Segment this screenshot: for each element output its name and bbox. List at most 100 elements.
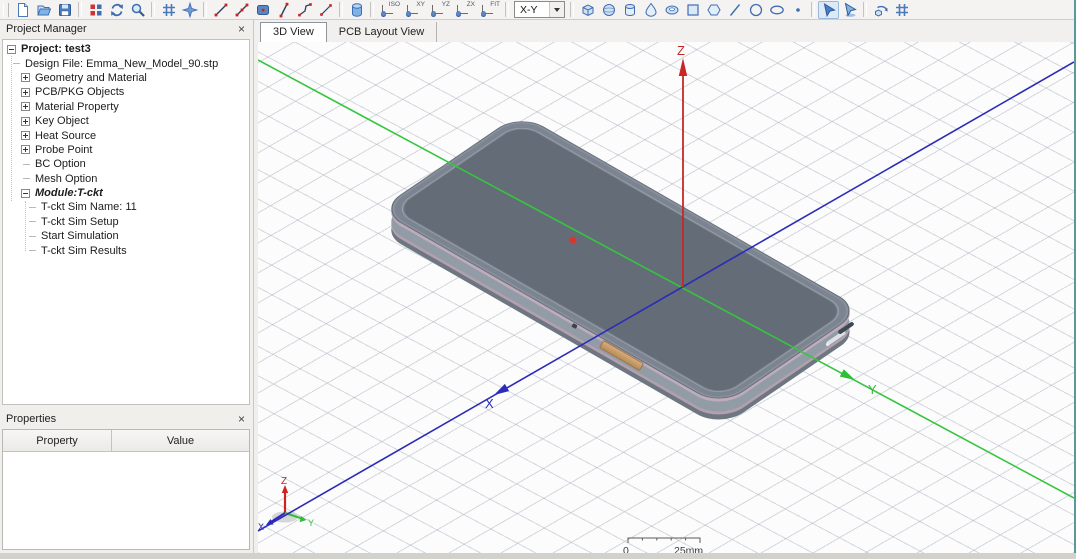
refresh-button[interactable]	[106, 1, 127, 19]
property-column-header: Property	[3, 430, 112, 451]
collapse-icon[interactable]	[7, 45, 16, 54]
expand-icon[interactable]	[21, 145, 30, 154]
tree-leaf-dash	[29, 250, 36, 251]
triad-x-label: X	[258, 522, 264, 532]
tree-item-start-simulation[interactable]: Start Simulation	[3, 229, 249, 243]
tree-item-t-ckt-sim-results[interactable]: T-ckt Sim Results	[3, 243, 249, 257]
zoom-search-button[interactable]	[127, 1, 148, 19]
center-origin-icon	[182, 2, 198, 18]
plane-selector-dropdown[interactable]: X-Y	[514, 1, 565, 18]
torus-primitive-button[interactable]	[661, 1, 682, 19]
line-midpoint-icon	[234, 2, 250, 18]
chevron-down-icon	[554, 8, 560, 12]
rotate-view-button[interactable]	[870, 1, 891, 19]
tree-leaf-dash	[23, 178, 30, 179]
rectangle-shape-button[interactable]	[682, 1, 703, 19]
tab-3d-view[interactable]: 3D View	[260, 22, 327, 42]
tree-item-project[interactable]: Project: test3	[3, 42, 249, 56]
polygon-shape-button[interactable]	[703, 1, 724, 19]
toolbar-separator	[570, 2, 574, 17]
tree-item-material-property[interactable]: Material Property	[3, 100, 249, 114]
3d-viewport[interactable]: Z X Y X Y Z	[258, 42, 1074, 553]
project-manager-titlebar: Project Manager ×	[0, 20, 253, 38]
import-pattern-button[interactable]	[85, 1, 106, 19]
tab-pcb-layout-view[interactable]: PCB Layout View	[327, 22, 437, 42]
ellipse-shape-button[interactable]	[766, 1, 787, 19]
scale-start-label: 0	[623, 545, 629, 553]
window-bottom-edge	[0, 553, 1076, 559]
triad-y-label: Y	[308, 518, 314, 528]
line-2pt-icon	[213, 2, 229, 18]
view-iso-label: ISO	[389, 1, 400, 8]
circle-shape-button[interactable]	[745, 1, 766, 19]
expand-icon[interactable]	[21, 102, 30, 111]
save-icon	[57, 2, 73, 18]
grid-toggle-button[interactable]	[891, 1, 912, 19]
expand-icon[interactable]	[21, 88, 30, 97]
point-shape-button[interactable]	[787, 1, 808, 19]
cone-primitive-button[interactable]	[640, 1, 661, 19]
workspace: 3D ViewPCB Layout View	[254, 20, 1074, 553]
cylinder-primitive-icon	[622, 2, 638, 18]
expand-icon[interactable]	[21, 117, 30, 126]
properties-titlebar: Properties ×	[0, 410, 253, 428]
line-2pt-button[interactable]	[210, 1, 231, 19]
circle-shape-icon	[748, 2, 764, 18]
toolbar-drag-handle[interactable]	[3, 3, 9, 17]
collapse-icon[interactable]	[21, 189, 30, 198]
view-iso-button[interactable]: ISO	[377, 1, 402, 19]
expand-icon[interactable]	[21, 73, 30, 82]
dropdown-arrow-button[interactable]	[549, 2, 564, 17]
spline-button[interactable]	[315, 1, 336, 19]
scale-bar-ruler	[626, 536, 706, 546]
view-yz-label: YZ	[442, 1, 450, 8]
tree-leaf-dash	[29, 207, 36, 208]
tree-item-t-ckt-sim-setup[interactable]: T-ckt Sim Setup	[3, 215, 249, 229]
view-fit-button[interactable]: FIT	[477, 1, 502, 19]
tree-item-probe-point[interactable]: Probe Point	[3, 143, 249, 157]
save-button[interactable]	[54, 1, 75, 19]
line-midpoint-button[interactable]	[231, 1, 252, 19]
polyline-button[interactable]	[294, 1, 315, 19]
tree-item-key-object[interactable]: Key Object	[3, 114, 249, 128]
tree-item-t-ckt-sim-name[interactable]: T-ckt Sim Name: 11	[3, 200, 249, 214]
view-xy-button[interactable]: XY	[402, 1, 427, 19]
box-primitive-button[interactable]	[577, 1, 598, 19]
tree-item-geometry-and-material[interactable]: Geometry and Material	[3, 71, 249, 85]
view-yz-button[interactable]: YZ	[427, 1, 452, 19]
sphere-primitive-button[interactable]	[598, 1, 619, 19]
select-body-cursor-button[interactable]	[839, 1, 860, 19]
close-icon[interactable]: ×	[236, 23, 247, 35]
toolbar: ISO XY YZ ZX FIT X-Y	[0, 0, 1074, 20]
expand-icon[interactable]	[21, 131, 30, 140]
cylinder-primitive-button[interactable]	[619, 1, 640, 19]
tree-item-mesh-option[interactable]: Mesh Option	[3, 172, 249, 186]
tree-leaf-dash	[29, 236, 36, 237]
scale-end-label: 25mm	[674, 545, 703, 553]
tree-item-module-t-ckt[interactable]: Module:T-ckt	[3, 186, 249, 200]
tree-leaf-dash	[13, 63, 20, 64]
toolbar-separator	[863, 2, 867, 17]
close-icon[interactable]: ×	[236, 413, 247, 425]
grid-toggle-icon	[894, 2, 910, 18]
view-zx-button[interactable]: ZX	[452, 1, 477, 19]
left-dock: Project Manager × Project: test3 Design …	[0, 20, 254, 553]
line-shape-button[interactable]	[724, 1, 745, 19]
new-file-button[interactable]	[12, 1, 33, 19]
toolbar-separator	[151, 2, 155, 17]
tree-item-design-file[interactable]: Design File: Emma_New_Model_90.stp	[3, 56, 249, 70]
value-column-header: Value	[112, 430, 249, 451]
center-origin-button[interactable]	[179, 1, 200, 19]
select-cursor-button[interactable]	[818, 1, 839, 19]
main-window: ISO XY YZ ZX FIT X-Y	[0, 0, 1076, 553]
line-angled-button[interactable]	[273, 1, 294, 19]
cylinder-tool-button[interactable]	[346, 1, 367, 19]
tree-item-bc-option[interactable]: BC Option	[3, 157, 249, 171]
snap-grid-button[interactable]	[158, 1, 179, 19]
open-file-button[interactable]	[33, 1, 54, 19]
rect-center-button[interactable]	[252, 1, 273, 19]
tree-item-heat-source[interactable]: Heat Source	[3, 128, 249, 142]
tree-item-pcb-pkg-objects[interactable]: PCB/PKG Objects	[3, 85, 249, 99]
select-body-cursor-icon	[842, 2, 858, 18]
torus-primitive-icon	[664, 2, 680, 18]
